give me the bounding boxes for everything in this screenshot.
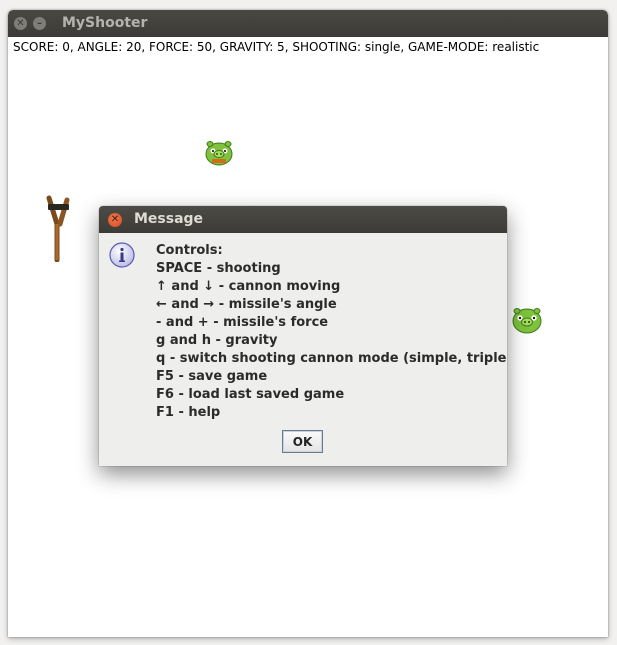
- green-pig-icon: [205, 141, 233, 166]
- help-line: SPACE - shooting: [156, 261, 281, 276]
- window-title: MyShooter: [62, 15, 148, 31]
- slingshot-icon: [46, 195, 70, 262]
- help-line: Controls:: [156, 243, 223, 258]
- dialog-close-icon[interactable]: ✕: [108, 213, 122, 227]
- help-line: q - switch shooting cannon mode (simple,…: [156, 351, 507, 366]
- controls-help-text: Controls: SPACE - shooting ↑ and ↓ - can…: [156, 242, 507, 422]
- dialog-titlebar[interactable]: ✕ Message: [99, 206, 507, 233]
- info-icon: [109, 242, 135, 268]
- help-line: g and h - gravity: [156, 333, 278, 348]
- status-line: SCORE: 0, ANGLE: 20, FORCE: 50, GRAVITY:…: [13, 40, 540, 54]
- dialog-title: Message: [134, 211, 204, 227]
- close-icon[interactable]: ✕: [14, 17, 27, 30]
- message-dialog: ✕ Message Controls: SPACE - shooting ↑ a…: [99, 206, 507, 466]
- help-line: F6 - load last saved game: [156, 387, 345, 402]
- minimize-icon[interactable]: –: [33, 17, 46, 30]
- help-line: ↑ and ↓ - cannon moving: [156, 279, 341, 294]
- help-line: ← and → - missile's angle: [156, 297, 337, 312]
- green-pig-icon: [512, 308, 542, 334]
- help-line: F1 - help: [156, 405, 221, 420]
- ok-button[interactable]: OK: [282, 430, 323, 453]
- help-line: F5 - save game: [156, 369, 268, 384]
- window-titlebar[interactable]: ✕ – MyShooter: [8, 10, 608, 37]
- help-line: - and + - missile's force: [156, 315, 329, 330]
